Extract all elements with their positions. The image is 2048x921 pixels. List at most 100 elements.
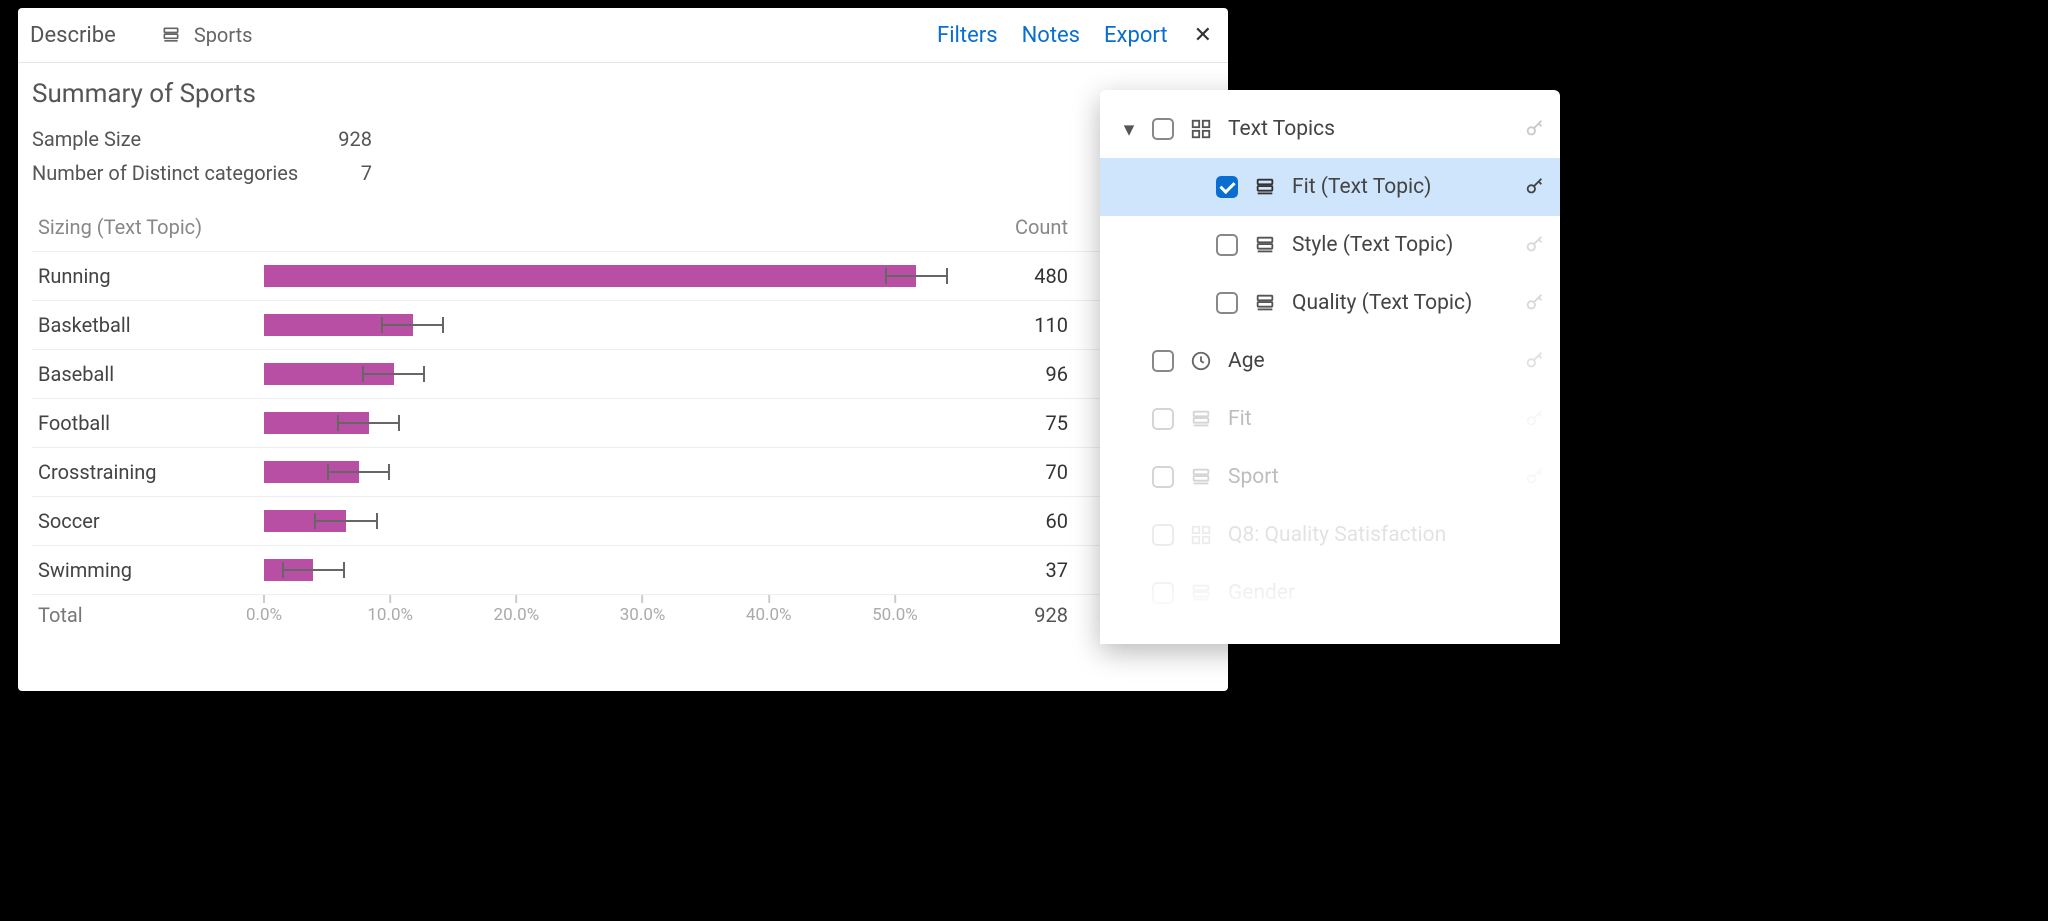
- stack-icon: [1188, 408, 1214, 430]
- bar-area: [264, 461, 958, 483]
- sidebar-item-label: Fit (Text Topic): [1292, 175, 1546, 199]
- describe-panel: Describe Sports Filters Notes Export ✕ S…: [18, 8, 1228, 691]
- axis-tick: 50.0%: [872, 595, 918, 625]
- row-count: 75: [958, 411, 1068, 435]
- key-icon[interactable]: [1524, 350, 1546, 372]
- panel-body: Summary of Sports Sample Size 928 Number…: [18, 63, 1228, 636]
- sidebar-item-fit-text-topic[interactable]: Fit (Text Topic): [1100, 158, 1560, 216]
- sidebar-item-label: Gender: [1228, 581, 1546, 605]
- axis-tick: 20.0%: [494, 595, 540, 625]
- stack-icon: [158, 25, 184, 45]
- table-rows: Running48051.7%Basketball11011.8%Basebal…: [32, 251, 1214, 594]
- total-label: Total: [32, 595, 264, 627]
- row-count: 110: [958, 313, 1068, 337]
- axis-tick: 30.0%: [620, 595, 666, 625]
- sample-size-label: Sample Size: [32, 127, 312, 151]
- row-label: Soccer: [32, 509, 264, 533]
- variable-list-panel: ▾ Text Topics Fit (Text Topic) Style (Te…: [1100, 90, 1560, 644]
- checkbox[interactable]: [1216, 176, 1238, 198]
- key-icon[interactable]: [1524, 292, 1546, 314]
- sidebar-item-label: Fit: [1228, 407, 1546, 431]
- key-icon[interactable]: [1524, 176, 1546, 198]
- sidebar-item-fit[interactable]: Fit: [1100, 390, 1560, 448]
- axis-tick: 0.0%: [246, 595, 282, 625]
- key-icon[interactable]: [1524, 234, 1546, 256]
- row-count: 60: [958, 509, 1068, 533]
- bar-area: [264, 265, 958, 287]
- sidebar-item-label: Text Topics: [1228, 117, 1546, 141]
- sidebar-item-label: Style (Text Topic): [1292, 233, 1546, 257]
- checkbox[interactable]: [1152, 408, 1174, 430]
- table-row: Swimming373.9%: [32, 545, 1214, 594]
- distinct-value: 7: [312, 161, 372, 185]
- stack-icon: [1252, 292, 1278, 314]
- grid-icon: [1188, 118, 1214, 140]
- checkbox[interactable]: [1152, 350, 1174, 372]
- sidebar-item-age[interactable]: Age: [1100, 332, 1560, 390]
- close-icon[interactable]: ✕: [1192, 23, 1214, 48]
- key-icon[interactable]: [1524, 408, 1546, 430]
- total-count: 928: [958, 595, 1068, 627]
- row-label: Baseball: [32, 362, 264, 386]
- sidebar-item-text-topics[interactable]: ▾ Text Topics: [1100, 100, 1560, 158]
- grid-icon: [1188, 524, 1214, 546]
- summary-title: Summary of Sports: [32, 79, 1214, 109]
- row-count: 37: [958, 558, 1068, 582]
- distinct-label: Number of Distinct categories: [32, 161, 312, 185]
- bar: [264, 265, 916, 287]
- sidebar-item-label: Quality (Text Topic): [1292, 291, 1546, 315]
- axis-row: Total 0.0%10.0%20.0%30.0%40.0%50.0% 928 …: [32, 594, 1214, 636]
- checkbox[interactable]: [1216, 292, 1238, 314]
- axis-tick: 10.0%: [367, 595, 413, 625]
- axis-area: 0.0%10.0%20.0%30.0%40.0%50.0%: [264, 595, 958, 636]
- row-count: 96: [958, 362, 1068, 386]
- notes-link[interactable]: Notes: [1022, 23, 1080, 48]
- sidebar-item-quality-text-topic[interactable]: Quality (Text Topic): [1100, 274, 1560, 332]
- checkbox[interactable]: [1216, 234, 1238, 256]
- panel-title: Describe: [30, 23, 116, 48]
- row-count: 70: [958, 460, 1068, 484]
- topic-chip[interactable]: Sports: [158, 23, 253, 47]
- stack-icon: [1188, 466, 1214, 488]
- sidebar-item-style-text-topic[interactable]: Style (Text Topic): [1100, 216, 1560, 274]
- checkbox[interactable]: [1152, 582, 1174, 604]
- table-row: Baseball9610.3%: [32, 349, 1214, 398]
- sidebar-item-gender[interactable]: Gender: [1100, 564, 1560, 622]
- table-row: Running48051.7%: [32, 251, 1214, 300]
- checkbox[interactable]: [1152, 466, 1174, 488]
- table-row: Crosstraining707.5%: [32, 447, 1214, 496]
- header-left: Describe Sports: [30, 23, 252, 48]
- key-icon[interactable]: [1524, 118, 1546, 140]
- chevron-down-icon[interactable]: ▾: [1120, 117, 1138, 142]
- stack-icon: [1188, 582, 1214, 604]
- row-label: Crosstraining: [32, 460, 264, 484]
- bar-area: [264, 314, 958, 336]
- axis-tick: 40.0%: [746, 595, 792, 625]
- table-row: Football758.3%: [32, 398, 1214, 447]
- row-label: Basketball: [32, 313, 264, 337]
- sidebar-item-label: Age: [1228, 349, 1546, 373]
- clock-icon: [1188, 350, 1214, 372]
- bar-area: [264, 510, 958, 532]
- export-link[interactable]: Export: [1104, 23, 1168, 48]
- stack-icon: [1252, 234, 1278, 256]
- sidebar-item-q8[interactable]: Q8: Quality Satisfaction: [1100, 506, 1560, 564]
- col-count-header: Count: [958, 215, 1068, 239]
- bar-area: [264, 363, 958, 385]
- panel-header: Describe Sports Filters Notes Export ✕: [18, 8, 1228, 63]
- table-header: Sizing (Text Topic) Count Percentage: [32, 203, 1214, 251]
- chip-label: Sports: [194, 23, 253, 47]
- stack-icon: [1252, 176, 1278, 198]
- bar-area: [264, 559, 958, 581]
- filters-link[interactable]: Filters: [937, 23, 998, 48]
- checkbox[interactable]: [1152, 524, 1174, 546]
- sidebar-item-label: Sport: [1228, 465, 1546, 489]
- key-icon[interactable]: [1524, 466, 1546, 488]
- sample-size-row: Sample Size 928: [32, 127, 1214, 151]
- distinct-row: Number of Distinct categories 7: [32, 161, 1214, 185]
- sidebar-item-sport[interactable]: Sport: [1100, 448, 1560, 506]
- sidebar-item-label: Q8: Quality Satisfaction: [1228, 523, 1546, 547]
- checkbox[interactable]: [1152, 118, 1174, 140]
- sample-size-value: 928: [312, 127, 372, 151]
- row-label: Swimming: [32, 558, 264, 582]
